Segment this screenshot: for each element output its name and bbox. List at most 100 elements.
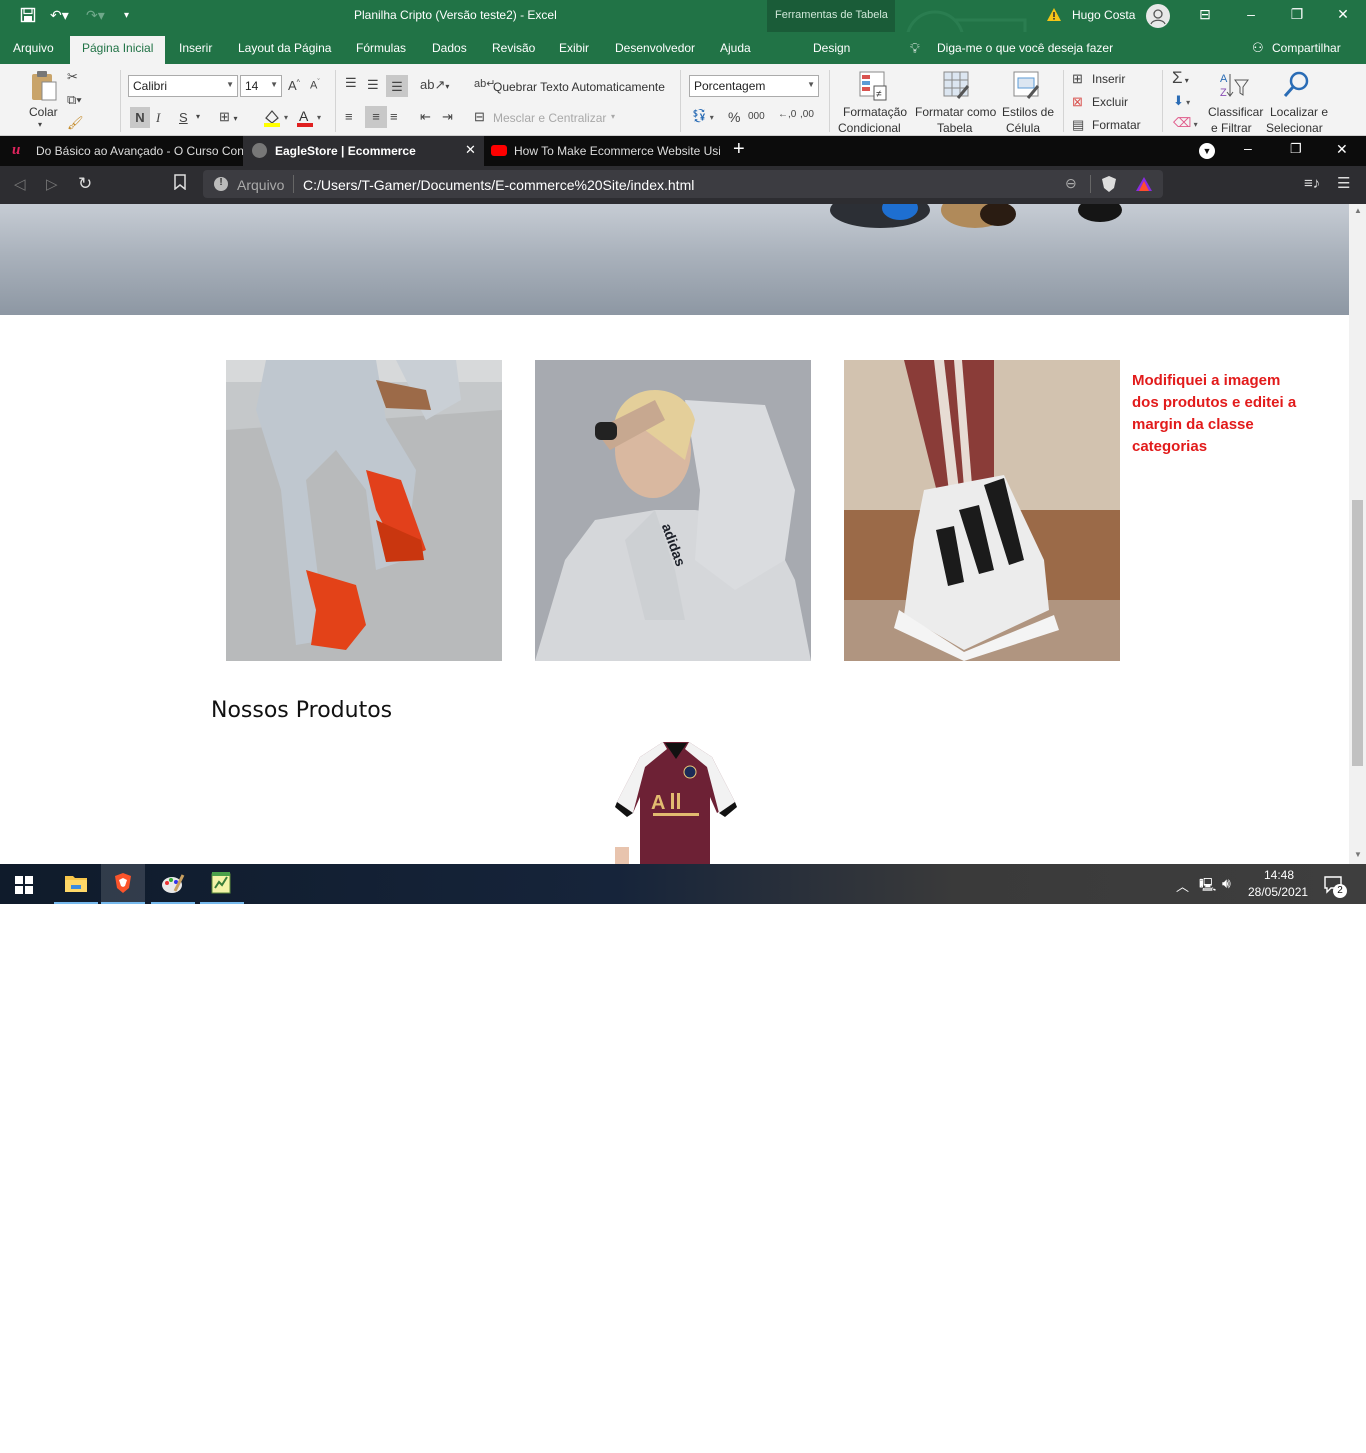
underline-button[interactable]: S: [179, 110, 188, 125]
borders-icon[interactable]: ⊞ ▾: [219, 109, 238, 125]
browser-minimize-icon[interactable]: –: [1244, 140, 1252, 156]
url-text[interactable]: C:/Users/T-Gamer/Documents/E-commerce%20…: [303, 177, 694, 193]
cell-styles-icon[interactable]: [1012, 70, 1042, 105]
percent-button[interactable]: %: [728, 109, 740, 125]
align-middle-icon[interactable]: ☰: [367, 77, 379, 93]
minimize-icon[interactable]: –: [1241, 6, 1261, 22]
insert-cells-button[interactable]: Inserir: [1092, 72, 1125, 86]
warning-icon[interactable]: [1046, 7, 1062, 25]
back-icon[interactable]: ◁: [14, 175, 26, 193]
tab-desenvolvedor[interactable]: Desenvolvedor: [615, 41, 695, 55]
tray-chevron-icon[interactable]: ︿: [1176, 876, 1189, 895]
cell-styles-label-1[interactable]: Estilos de: [1002, 105, 1054, 119]
category-image-superstar[interactable]: [844, 360, 1120, 661]
undo-icon[interactable]: ↶▾: [50, 7, 69, 24]
bookmark-icon[interactable]: [174, 174, 186, 194]
format-cells-icon[interactable]: ▤: [1072, 117, 1084, 133]
fill-color-icon[interactable]: ▾: [262, 108, 290, 131]
format-cells-button[interactable]: Formatar: [1092, 118, 1141, 132]
new-tab-icon[interactable]: +: [733, 138, 745, 161]
tab-design[interactable]: Design: [813, 41, 850, 55]
scroll-up-icon[interactable]: ▲: [1354, 206, 1362, 215]
conditional-format-icon[interactable]: ≠: [858, 70, 888, 105]
align-left-icon[interactable]: ≡: [345, 109, 353, 124]
browser-close-icon[interactable]: ✕: [1336, 141, 1348, 158]
copy-icon[interactable]: ⧉▾: [67, 92, 82, 108]
paste-icon[interactable]: [30, 70, 58, 105]
tab-pagina-inicial[interactable]: Página Inicial: [70, 36, 166, 64]
underline-dropdown-icon[interactable]: ▾: [196, 112, 200, 121]
align-right-icon[interactable]: ≡: [390, 109, 398, 124]
format-table-icon[interactable]: [942, 70, 972, 105]
media-icon[interactable]: ≡♪: [1304, 175, 1320, 192]
cut-icon[interactable]: ✂: [67, 69, 78, 85]
font-color-icon[interactable]: A ▾: [296, 108, 324, 131]
format-table-label-2[interactable]: Tabela: [937, 121, 972, 135]
taskbar-excel[interactable]: [200, 864, 244, 904]
fill-icon[interactable]: ⬇ ▾: [1173, 93, 1190, 109]
tab-search-icon[interactable]: ▼: [1199, 143, 1215, 159]
address-bar[interactable]: ! Arquivo C:/Users/T-Gamer/Documents/E-c…: [203, 170, 1163, 198]
tab-exibir[interactable]: Exibir: [559, 41, 589, 55]
customize-qat-icon[interactable]: ▾: [124, 10, 129, 21]
clear-icon[interactable]: ⌫ ▾: [1173, 115, 1198, 131]
increase-decimal-icon[interactable]: ←,0: [778, 109, 796, 120]
wrap-text-button[interactable]: Quebrar Texto Automaticamente: [493, 80, 665, 94]
taskbar-paint[interactable]: [151, 864, 195, 904]
sort-filter-icon[interactable]: AZ: [1218, 70, 1250, 105]
zoom-icon[interactable]: ⊖: [1065, 175, 1077, 192]
ribbon-display-icon[interactable]: ⊟: [1195, 6, 1215, 23]
thousands-button[interactable]: 000: [748, 111, 765, 122]
close-icon[interactable]: ✕: [1333, 6, 1353, 23]
product-image-jersey[interactable]: A: [615, 737, 737, 864]
increase-indent-icon[interactable]: ⇥: [442, 109, 453, 125]
scroll-down-icon[interactable]: ▼: [1354, 850, 1362, 859]
find-select-label-2[interactable]: Selecionar: [1266, 121, 1323, 135]
category-image-hoodie[interactable]: adidas: [535, 360, 811, 661]
clock-time[interactable]: 14:48: [1264, 868, 1294, 882]
tab-ajuda[interactable]: Ajuda: [720, 41, 751, 55]
paste-dropdown-icon[interactable]: ▾: [38, 120, 42, 129]
delete-cells-button[interactable]: Excluir: [1092, 95, 1128, 109]
find-select-label-1[interactable]: Localizar e: [1270, 105, 1328, 119]
grow-font-icon[interactable]: A^: [288, 78, 300, 93]
taskbar-file-explorer[interactable]: [54, 864, 98, 904]
brave-rewards-icon[interactable]: [1135, 176, 1153, 195]
page-scrollbar[interactable]: ▲ ▼: [1349, 204, 1366, 864]
browser-tab[interactable]: u Do Básico ao Avançado - O Curso Con: [0, 136, 243, 166]
autosum-icon[interactable]: Σ ▾: [1172, 68, 1189, 88]
avatar[interactable]: [1146, 4, 1170, 28]
sort-filter-label-2[interactable]: e Filtrar: [1211, 121, 1252, 135]
shrink-font-icon[interactable]: Aˇ: [310, 79, 320, 92]
tab-dados[interactable]: Dados: [432, 41, 467, 55]
network-icon[interactable]: 🖳︎: [1199, 876, 1216, 898]
tab-formulas[interactable]: Fórmulas: [356, 41, 406, 55]
align-center-icon[interactable]: ≡: [365, 106, 387, 128]
save-icon[interactable]: [20, 7, 36, 26]
format-painter-icon[interactable]: 🖌︎: [67, 115, 84, 131]
insert-cells-icon[interactable]: ⊞: [1072, 71, 1083, 87]
tab-layout[interactable]: Layout da Página: [238, 41, 331, 55]
tell-me-search[interactable]: Diga-me o que você deseja fazer: [937, 41, 1113, 55]
restore-icon[interactable]: ❐: [1287, 6, 1307, 23]
close-tab-icon[interactable]: ✕: [465, 142, 476, 158]
bold-button[interactable]: N: [130, 107, 150, 128]
tab-inserir[interactable]: Inserir: [179, 41, 212, 55]
orientation-icon[interactable]: ab↗▾: [420, 77, 449, 93]
menu-icon[interactable]: ☰: [1337, 174, 1350, 192]
tab-revisao[interactable]: Revisão: [492, 41, 535, 55]
delete-cells-icon[interactable]: ⊠: [1072, 94, 1083, 110]
conditional-format-label-2[interactable]: Condicional: [838, 121, 901, 135]
sort-filter-label-1[interactable]: Classificar: [1208, 105, 1263, 119]
windows-start-icon[interactable]: [15, 876, 33, 897]
decrease-decimal-icon[interactable]: ,00: [800, 109, 814, 120]
align-bottom-icon[interactable]: ☰: [386, 75, 408, 97]
volume-icon[interactable]: 🔊︎: [1222, 875, 1231, 892]
taskbar-brave[interactable]: [101, 864, 145, 904]
info-icon[interactable]: !: [214, 177, 228, 191]
category-image-sneakers[interactable]: [226, 360, 502, 661]
find-select-icon[interactable]: [1282, 70, 1312, 105]
number-format-select[interactable]: Porcentagem ▼: [689, 75, 819, 97]
paste-label[interactable]: Colar: [29, 105, 58, 119]
format-table-label-1[interactable]: Formatar como: [915, 105, 996, 119]
